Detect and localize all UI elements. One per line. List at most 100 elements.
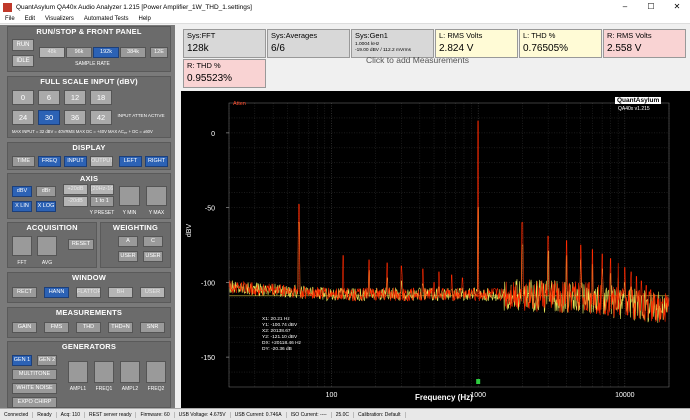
- freq1-knob[interactable]: [94, 361, 114, 383]
- axis-header: AXIS: [79, 174, 99, 183]
- fs-18-button[interactable]: 18: [90, 90, 112, 105]
- window-bh-button[interactable]: BH: [108, 287, 133, 298]
- tile-value: 2.558 V: [607, 43, 642, 54]
- rate-48k-button[interactable]: 48k: [39, 47, 65, 58]
- measure-thd-button[interactable]: THD: [76, 322, 101, 333]
- dbv-button[interactable]: dBV: [12, 186, 32, 197]
- tile-l-thd[interactable]: L: THD % 0.76505%: [519, 29, 602, 58]
- tile-r-rms-volts[interactable]: R: RMS Volts 2.558 V: [603, 29, 686, 58]
- fs-30-button[interactable]: 30: [38, 110, 60, 125]
- measure-snr-button[interactable]: SNR: [140, 322, 165, 333]
- display-input-button[interactable]: INPUT: [64, 156, 87, 167]
- menu-automated-tests[interactable]: Automated Tests: [79, 16, 134, 22]
- tile-title: Sys:FFT: [187, 31, 216, 40]
- weighting-user1-button[interactable]: USER: [118, 251, 138, 262]
- tile-value: 0.76505%: [523, 43, 569, 54]
- ampl2-label: AMPL2: [121, 386, 139, 392]
- x-axis-label: Frequency (Hz): [415, 393, 473, 402]
- y-max-knob[interactable]: [146, 186, 167, 206]
- menu-help[interactable]: Help: [134, 16, 156, 22]
- fs-12-button[interactable]: 12: [64, 90, 86, 105]
- cursor-marker: [476, 379, 481, 384]
- display-freq-button[interactable]: FREQ: [38, 156, 61, 167]
- averages-knob[interactable]: [37, 236, 57, 256]
- window-user-button[interactable]: USER: [140, 287, 165, 298]
- close-button[interactable]: ✕: [664, 0, 690, 14]
- tile-title: R: THD %: [187, 61, 221, 70]
- white-noise-button[interactable]: WHITE NOISE: [12, 383, 57, 394]
- menu-edit[interactable]: Edit: [20, 16, 40, 22]
- measurements-section: MEASUREMENTS GAIN FMS THD THD+N SNR: [7, 307, 171, 338]
- y-min-label: Y MIN: [122, 210, 137, 216]
- idle-button[interactable]: IDLE: [12, 55, 34, 67]
- avg-label: AVG: [41, 260, 53, 266]
- freq2-knob[interactable]: [146, 361, 166, 383]
- expo-chirp-button[interactable]: EXPO CHIRP: [12, 397, 57, 408]
- measure-gain-button[interactable]: GAIN: [12, 322, 37, 333]
- reset-button[interactable]: RESET: [68, 239, 94, 250]
- xlin-button[interactable]: X LIN: [12, 201, 32, 212]
- fs-36-button[interactable]: 36: [64, 110, 86, 125]
- tile-gen-amplitude: -19.00 dBV / 112.2 mVrms: [355, 48, 411, 53]
- display-output-button[interactable]: OUTPUT: [90, 156, 113, 167]
- minimize-button[interactable]: –: [612, 0, 638, 14]
- tile-value: 6/6: [271, 43, 285, 54]
- run-button[interactable]: RUN: [12, 39, 34, 51]
- app-window: QuantAsylum QA40x Audio Analyzer 1.215 […: [0, 0, 690, 420]
- plus20db-button[interactable]: +20dB: [63, 184, 88, 195]
- run-stop-section: RUN/STOP & FRONT PANEL RUN IDLE 48k 96k …: [7, 26, 171, 72]
- version-label: QA40x v1.215: [618, 106, 650, 112]
- display-left-button[interactable]: LEFT: [119, 156, 142, 167]
- display-time-button[interactable]: TIME: [12, 156, 35, 167]
- plot-axes: 0-50-100-150100 1000 10000: [201, 102, 670, 399]
- cursor-dy: DY: -20.36 dB: [262, 347, 292, 352]
- fs-6-button[interactable]: 6: [38, 90, 60, 105]
- ampl2-knob[interactable]: [120, 361, 140, 383]
- window-header: WINDOW: [71, 273, 107, 282]
- tile-title: Sys:Gen1: [355, 31, 388, 40]
- ampl1-knob[interactable]: [68, 361, 88, 383]
- cursor-readout: X1: 20.21 Hz Y1: -100.74 dBV X2: 20138.6…: [262, 317, 301, 353]
- tile-r-thd[interactable]: R: THD % 0.95523%: [183, 59, 266, 88]
- spectrum-chart[interactable]: 0-50-100-150100 1000 10000: [181, 91, 690, 408]
- maximize-button[interactable]: ☐: [638, 0, 664, 14]
- window-hann-button[interactable]: HANN: [44, 287, 69, 298]
- weighting-a-button[interactable]: A: [118, 236, 138, 247]
- window-rect-button[interactable]: RECT: [12, 287, 37, 298]
- measure-fms-button[interactable]: FMS: [44, 322, 69, 333]
- tile-sys-gen1[interactable]: Sys:Gen1 1.0004 kHz -19.00 dBV / 112.2 m…: [351, 29, 434, 58]
- dbr-button[interactable]: dBr: [36, 186, 56, 197]
- spectrum-plot[interactable]: 0 -50 -100 -150 100 1000 10000 Atten QuantAsyl…: [181, 91, 690, 408]
- tile-sys-averages[interactable]: Sys:Averages 6/6: [267, 29, 350, 58]
- tile-l-rms-volts[interactable]: L: RMS Volts 2.824 V: [435, 29, 518, 58]
- fs-24-button[interactable]: 24: [12, 110, 34, 125]
- rate-extra-button[interactable]: 12E: [150, 47, 168, 58]
- weighting-user2-button[interactable]: USER: [143, 251, 163, 262]
- tile-sys-fft[interactable]: Sys:FFT 128k: [183, 29, 266, 58]
- zoom-preset-b-button[interactable]: 1 to 1: [90, 196, 114, 207]
- minus20db-button[interactable]: -20dB: [63, 196, 88, 207]
- run-stop-header: RUN/STOP & FRONT PANEL: [36, 27, 142, 36]
- fft-size-knob[interactable]: [12, 236, 32, 256]
- display-section: DISPLAY TIME FREQ INPUT OUTPUT LEFT RIGH…: [7, 142, 171, 170]
- display-right-button[interactable]: RIGHT: [145, 156, 168, 167]
- rate-192k-button[interactable]: 192k: [93, 47, 119, 58]
- zoom-preset-a-button[interactable]: [20Hz-16k]: [90, 184, 114, 195]
- xlog-button[interactable]: X LOG: [36, 201, 56, 212]
- gen1-button[interactable]: GEN 1: [12, 355, 32, 366]
- window-flattop-button[interactable]: FLATTOP: [76, 287, 101, 298]
- menu-file[interactable]: File: [0, 16, 20, 22]
- rate-96k-button[interactable]: 96k: [66, 47, 92, 58]
- y-min-knob[interactable]: [119, 186, 140, 206]
- click-to-add-measurements[interactable]: Click to add Measurements: [366, 55, 469, 65]
- weighting-c-button[interactable]: C: [143, 236, 163, 247]
- multitone-button[interactable]: MULTITONE: [12, 369, 57, 380]
- fs-42-button[interactable]: 42: [90, 110, 112, 125]
- fs-0-button[interactable]: 0: [12, 90, 34, 105]
- measure-thdn-button[interactable]: THD+N: [108, 322, 133, 333]
- freq1-label: FREQ1: [95, 386, 113, 392]
- rate-384k-button[interactable]: 384k: [120, 47, 146, 58]
- menu-visualizers[interactable]: Visualizers: [40, 16, 79, 22]
- gen2-button[interactable]: GEN 2: [37, 355, 57, 366]
- acquisition-header: ACQUISITION: [26, 223, 78, 232]
